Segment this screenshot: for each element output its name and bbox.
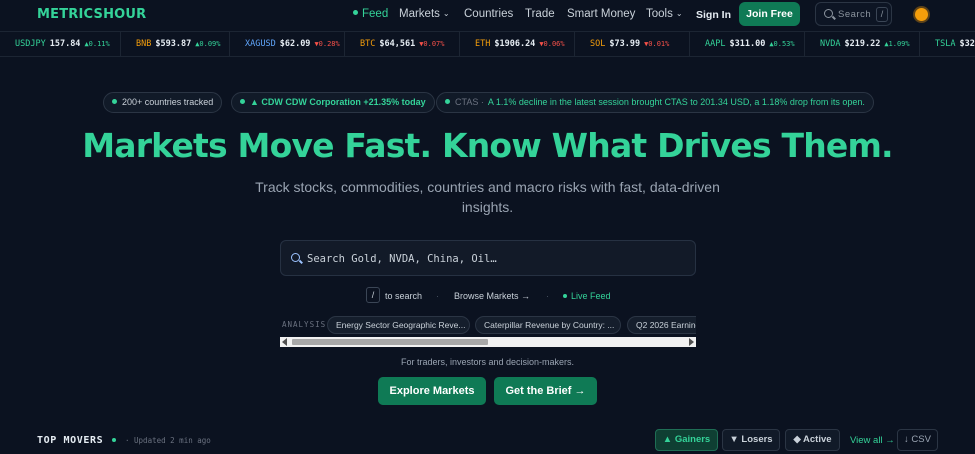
nav-feed-link[interactable]: Feed [353, 8, 388, 20]
tab-active[interactable]: ◆ Active [785, 429, 840, 451]
live-dot-icon [563, 294, 567, 298]
search-shortcut-key: / [876, 7, 888, 22]
search-icon [824, 9, 833, 18]
ticker-change: ▲0.11% [84, 40, 110, 48]
ticker-symbol: ETH [475, 39, 491, 49]
nav-markets-label: Markets [399, 8, 440, 20]
status-dot-icon [445, 99, 450, 104]
ticker-price: $64,561 [379, 39, 416, 49]
analysis-chip[interactable]: Caterpillar Revenue by Country: ... [475, 316, 621, 334]
analysis-chip[interactable]: Energy Sector Geographic Reve... [327, 316, 470, 334]
ticker-item[interactable]: USDJPY 157.84 ▲0.11% [0, 32, 121, 56]
ctas-news-text: A 1.1% decline in the latest session bro… [487, 97, 865, 107]
browse-markets-link[interactable]: Browse Markets → [454, 291, 530, 301]
hero-title: Markets Move Fast. Know What Drives Them… [82, 126, 893, 165]
ticker-change: ▼0.01% [644, 40, 670, 48]
ticker-price: 157.84 [49, 39, 81, 49]
hero-subtitle: Track stocks, commodities, countries and… [255, 179, 720, 215]
ticker-item[interactable]: SOL $73.99 ▼0.01% [575, 32, 690, 56]
ticker-symbol: BNB [136, 39, 152, 49]
search-icon [291, 253, 300, 262]
scroll-right-arrow-icon[interactable] [689, 338, 694, 346]
tab-gainers[interactable]: ▲ Gainers [655, 429, 718, 451]
live-feed-label: Live Feed [571, 291, 611, 301]
scroll-left-arrow-icon[interactable] [282, 338, 287, 346]
updated-timestamp: · Updated 2 min ago [125, 436, 211, 445]
ticker-symbol: XAGUSD [245, 39, 276, 49]
ticker-price: $73.99 [609, 39, 641, 49]
ticker-symbol: BTC [360, 39, 376, 49]
logo[interactable]: METRICSHOUR [37, 7, 146, 22]
explore-markets-button[interactable]: Explore Markets [378, 377, 486, 405]
ticker-price: $321.5 [959, 39, 975, 49]
cdw-mover-badge[interactable]: ▲ CDW CDW Corporation +21.35% today [231, 92, 435, 113]
nav-search-label: Search [838, 9, 872, 20]
ticker-item[interactable]: AAPL $311.00 ▲0.53% [690, 32, 805, 56]
ticker-item[interactable]: ETH $1906.24 ▼0.06% [460, 32, 575, 56]
live-feed-link[interactable]: Live Feed [563, 291, 611, 301]
ctas-tag: CTAS · [455, 97, 484, 107]
tab-losers[interactable]: ▼ Losers [722, 429, 780, 451]
analysis-scrollbar[interactable] [280, 337, 696, 347]
main-search-box[interactable] [280, 240, 696, 276]
ticker-symbol: AAPL [705, 39, 726, 49]
hint-separator: · [546, 291, 549, 301]
ticker-change: ▼0.28% [314, 40, 340, 48]
nav-smart-money-link[interactable]: Smart Money [567, 8, 635, 20]
live-dot-icon [353, 10, 358, 15]
ticker-symbol: USDJPY [15, 39, 46, 49]
join-free-button[interactable]: Join Free [739, 2, 800, 26]
top-movers-heading: TOP MOVERS [37, 435, 104, 446]
nav-trade-link[interactable]: Trade [525, 8, 555, 20]
ticker-change: ▲1.09% [884, 40, 910, 48]
ticker-item[interactable]: NVDA $219.22 ▲1.09% [805, 32, 920, 56]
ticker-price: $311.00 [729, 39, 766, 49]
to-search-hint: to search [385, 291, 423, 301]
nav-tools-label: Tools [646, 8, 673, 20]
ticker-change: ▲0.09% [195, 40, 221, 48]
ticker-symbol: SOL [590, 39, 606, 49]
theme-toggle-sun-icon[interactable] [915, 8, 928, 21]
ticker-change: ▲0.53% [769, 40, 795, 48]
chevron-down-icon: ⌄ [442, 9, 450, 18]
ticker-item[interactable]: BTC $64,561 ▼0.07% [345, 32, 460, 56]
analysis-label: ANALYSIS: [282, 320, 332, 329]
chevron-down-icon: ⌄ [675, 9, 683, 18]
nav-countries-link[interactable]: Countries [464, 8, 513, 20]
ticker-price: $62.09 [279, 39, 311, 49]
ticker-item[interactable]: TSLA$321.5 [920, 32, 975, 56]
live-dot-icon [112, 438, 116, 442]
ticker-price: $219.22 [844, 39, 881, 49]
sign-in-link[interactable]: Sign In [696, 9, 731, 21]
price-ticker: USDJPY 157.84 ▲0.11% BNB $593.87 ▲0.09% XAGUSD… [0, 31, 975, 57]
ticker-symbol: NVDA [820, 39, 841, 49]
csv-export-button[interactable]: ↓ CSV [897, 429, 938, 451]
ticker-item[interactable]: XAGUSD $62.09 ▼0.28% [230, 32, 345, 56]
ticker-change: ▼0.07% [419, 40, 445, 48]
audience-text: For traders, investors and decision-make… [400, 357, 575, 367]
ticker-symbol: TSLA [935, 39, 956, 49]
ticker-price: $593.87 [155, 39, 192, 49]
ticker-price: $1906.24 [494, 39, 536, 49]
ticker-change: ▼0.06% [539, 40, 565, 48]
status-dot-icon [240, 99, 245, 104]
main-search-input[interactable] [307, 250, 687, 268]
hint-separator: · [436, 291, 439, 301]
nav-search-button[interactable]: Search / [815, 2, 892, 26]
view-all-link[interactable]: View all → [850, 435, 895, 446]
status-dot-icon [112, 99, 117, 104]
top-navbar: METRICSHOUR Feed Markets ⌄ Countries Trad… [0, 0, 975, 30]
analysis-chip[interactable]: Q2 2026 Earnings [627, 316, 696, 334]
ticker-item[interactable]: BNB $593.87 ▲0.09% [121, 32, 230, 56]
cdw-mover-text: ▲ CDW CDW Corporation +21.35% today [250, 97, 426, 107]
countries-tracked-badge: 200+ countries tracked [103, 92, 223, 113]
nav-markets-menu[interactable]: Markets ⌄ [399, 8, 450, 20]
nav-feed-label: Feed [362, 8, 389, 20]
get-brief-button[interactable]: Get the Brief → [494, 377, 597, 405]
countries-tracked-text: 200+ countries tracked [122, 97, 214, 107]
nav-tools-menu[interactable]: Tools ⌄ [646, 8, 683, 20]
scrollbar-thumb[interactable] [292, 339, 488, 345]
ctas-news-badge[interactable]: CTAS · A 1.1% decline in the latest sessi… [436, 92, 874, 113]
search-shortcut-key: / [366, 287, 380, 303]
